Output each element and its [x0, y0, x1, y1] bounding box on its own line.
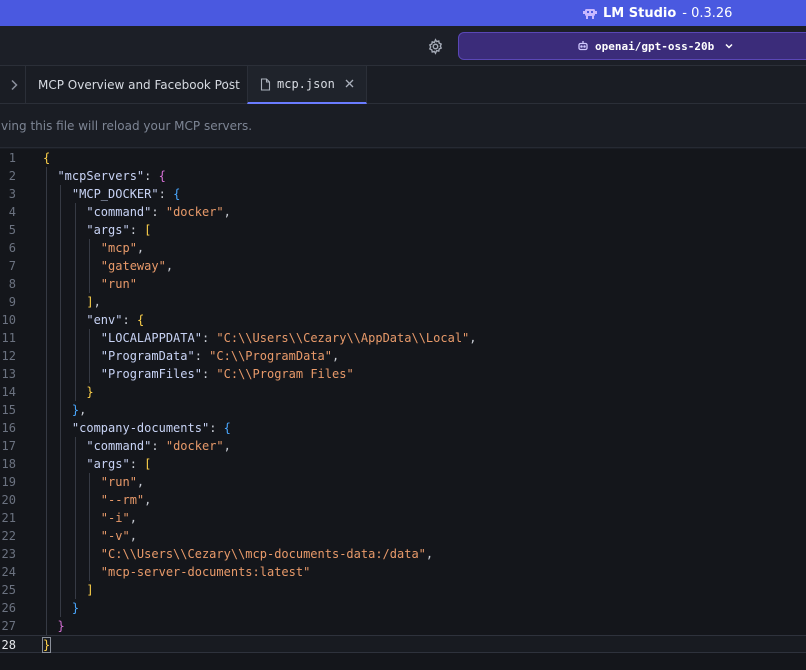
line-number: 13 [1, 367, 16, 381]
code-line: 1{ [0, 149, 806, 167]
line-number: 21 [1, 511, 16, 525]
code-line: 25 ] [1, 583, 94, 597]
gear-icon[interactable] [427, 38, 444, 55]
code-line: 8 "run" [0, 275, 806, 293]
file-icon [260, 77, 271, 91]
close-icon[interactable] [344, 78, 355, 89]
line-number: 9 [8, 295, 16, 309]
code-line: 9 ], [0, 293, 806, 311]
line-number: 19 [1, 475, 16, 489]
code-line: 12 "ProgramData": "C:\\ProgramData", [1, 349, 340, 363]
code-line: 19 "run", [1, 475, 145, 489]
line-number: 26 [1, 601, 16, 615]
tab-bar: MCP Overview and Facebook Post ··· mcp.j… [0, 66, 806, 104]
robot-icon [578, 41, 588, 51]
line-number: 11 [1, 331, 16, 345]
tab-label: MCP Overview and Facebook Post [38, 78, 240, 92]
code-line: 3 "MCP_DOCKER": { [0, 185, 806, 203]
line-number: 10 [1, 313, 16, 327]
model-label: openai/gpt-oss-20b [595, 39, 715, 53]
code-line: 18 "args": [ [1, 457, 152, 471]
tab-mcp-json[interactable]: mcp.json [247, 66, 367, 104]
code-line: 26 } [1, 601, 80, 615]
tab-more-button[interactable]: ··· [219, 76, 234, 91]
code-line: 7 "gateway", [0, 257, 806, 275]
app-title: LM Studio - 0.3.26 [583, 0, 732, 26]
line-number: 17 [1, 439, 16, 453]
line-number: 5 [8, 223, 16, 237]
code-line: 15 }, [1, 403, 87, 417]
line-number: 6 [8, 241, 16, 255]
code-line: 22 "-v", [1, 529, 137, 543]
chevron-right-icon[interactable] [9, 79, 19, 91]
info-text: Saving this file will reload your MCP se… [0, 119, 253, 133]
code-line: 4 "command": "docker", [0, 203, 806, 221]
code-line: 2 "mcpServers": { [0, 167, 806, 185]
code-line: 16 "company-documents": { [1, 421, 231, 435]
tab-mcp-overview[interactable]: MCP Overview and Facebook Post ··· [26, 66, 246, 104]
code-line: 17 "command": "docker", [1, 439, 231, 453]
line-number: 1 [8, 151, 16, 165]
code-line: 5 "args": [ [0, 221, 806, 239]
title-bar: LM Studio - 0.3.26 [0, 0, 806, 26]
info-banner: Saving this file will reload your MCP se… [0, 104, 806, 148]
code-editor[interactable]: 1{ 2 "mcpServers": { 3 "MCP_DOCKER": { 4… [0, 149, 806, 670]
line-number: 3 [8, 187, 16, 201]
line-number: 27 [1, 619, 16, 633]
app-name: LM Studio [603, 5, 677, 21]
line-number: 15 [1, 403, 16, 417]
lmstudio-logo-icon [583, 9, 597, 19]
code-line: 10 "env": { [1, 313, 145, 327]
line-number: 25 [1, 583, 16, 597]
code-line: 20 "--rm", [1, 493, 152, 507]
line-number: 23 [1, 547, 16, 561]
line-number: 8 [8, 277, 16, 291]
model-selector-button[interactable]: openai/gpt-oss-20b [458, 32, 806, 60]
line-number: 28 [1, 638, 16, 652]
line-number: 20 [1, 493, 16, 507]
line-number: 14 [1, 385, 16, 399]
code-line: 23 "C:\\Users\\Cezary\\mcp-documents-dat… [1, 547, 434, 561]
line-number: 2 [8, 169, 16, 183]
code-line: 24 "mcp-server-documents:latest" [1, 565, 311, 579]
code-line: 21 "-i", [1, 511, 137, 525]
code-line: 13 "ProgramFiles": "C:\\Program Files" [1, 367, 354, 381]
code-line: 27 } [1, 619, 65, 633]
code-line: 6 "mcp", [0, 239, 806, 257]
line-number: 18 [1, 457, 16, 471]
code-line-current: 28} [0, 635, 806, 653]
tab-label: mcp.json [277, 77, 335, 91]
chevron-down-icon [725, 43, 733, 49]
toolbar: openai/gpt-oss-20b [0, 26, 806, 66]
line-number: 7 [8, 259, 16, 273]
line-number: 22 [1, 529, 16, 543]
app-version: - 0.3.26 [682, 5, 733, 21]
line-number: 4 [8, 205, 16, 219]
line-number: 12 [1, 349, 16, 363]
line-number: 24 [1, 565, 16, 579]
code-line: 14 } [1, 385, 94, 399]
line-number: 16 [1, 421, 16, 435]
code-line: 11 "LOCALAPPDATA": "C:\\Users\\Cezary\\A… [1, 331, 477, 345]
